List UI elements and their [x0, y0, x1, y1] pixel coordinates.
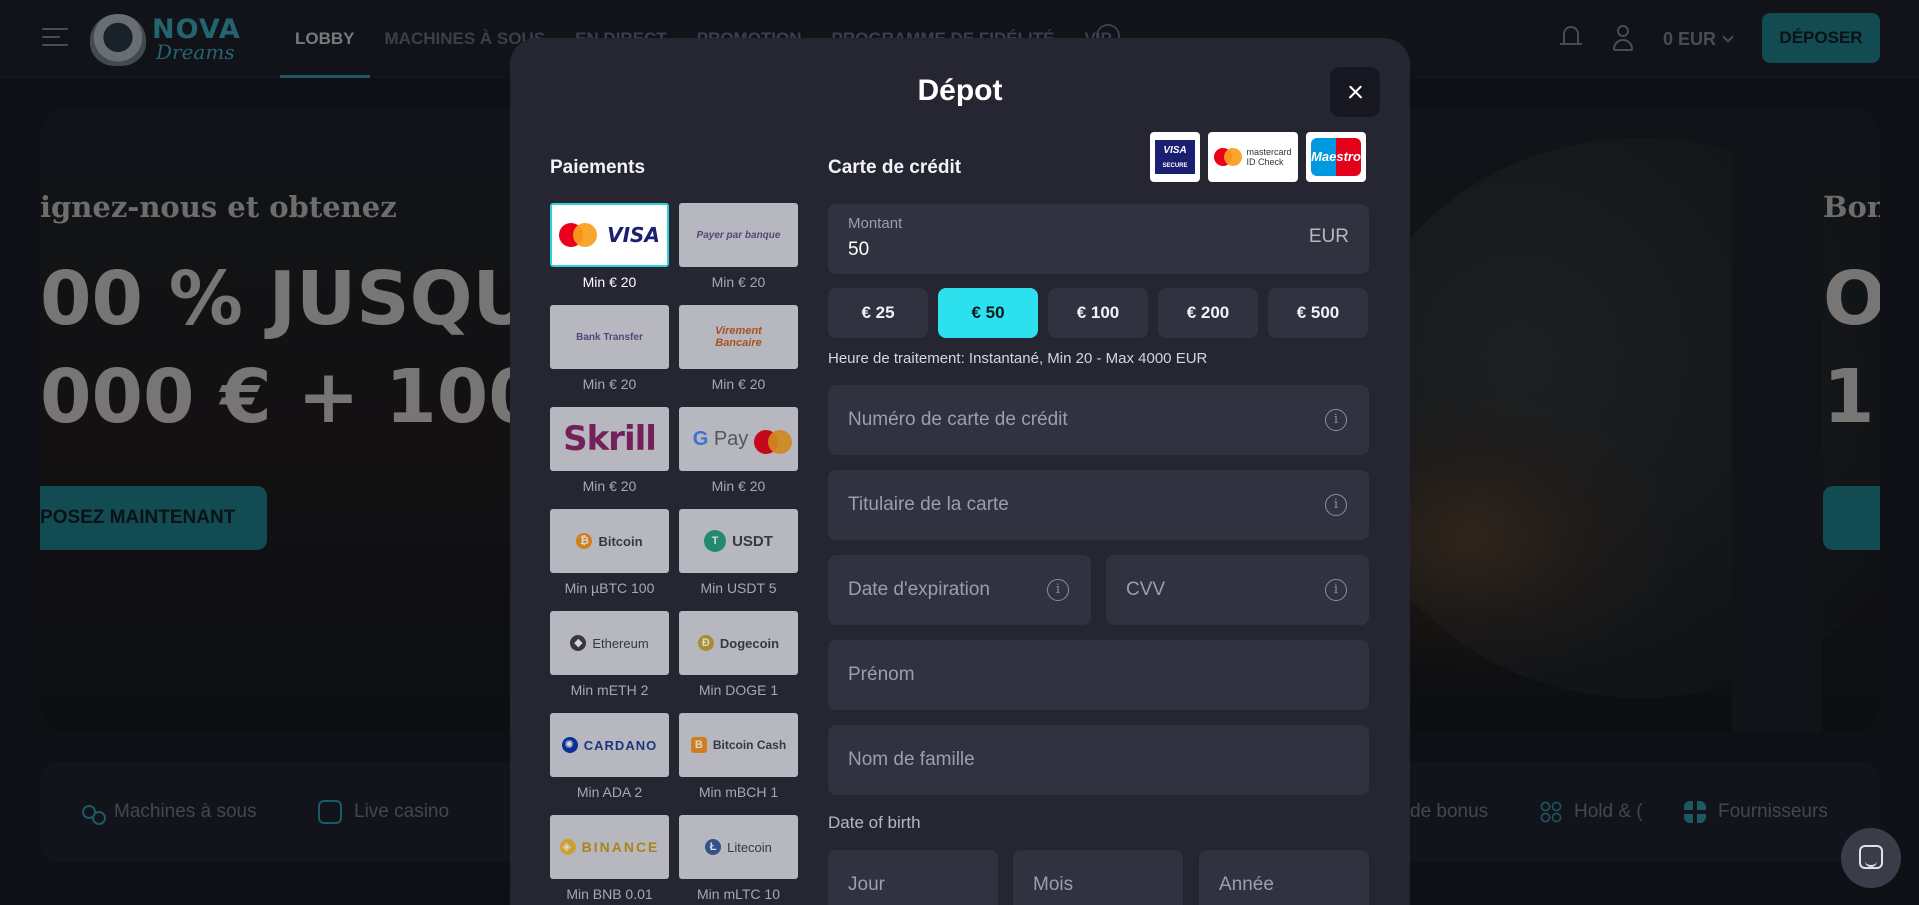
method-dogecoin[interactable]: Ð Dogecoin Min DOGE 1: [679, 611, 798, 698]
method-label: Bitcoin Cash: [712, 738, 787, 752]
mastercard-id-check-badge: mastercard ID Check: [1208, 132, 1298, 182]
bitcoin-cash-icon: B: [690, 737, 707, 753]
method-label: Ethereum: [592, 635, 649, 651]
dob-year-select[interactable]: Année: [1199, 850, 1369, 905]
method-min: Min € 20: [582, 274, 637, 290]
last-name-placeholder: Nom de famille: [848, 749, 975, 770]
bitcoin-icon: ₿: [576, 533, 593, 549]
method-min: Min € 20: [711, 478, 766, 494]
ethereum-icon: ◆: [570, 635, 587, 651]
method-payer-par-banque[interactable]: Payer par banque Min € 20: [679, 203, 798, 290]
card-number-placeholder: Numéro de carte de crédit: [848, 409, 1068, 430]
method-label: Litecoin: [727, 839, 772, 855]
cardano-icon: ✺: [561, 737, 578, 753]
method-min: Min mETH 2: [570, 682, 649, 698]
method-skrill[interactable]: Skrill Min € 20: [550, 407, 669, 494]
method-ethereum[interactable]: ◆ Ethereum Min mETH 2: [550, 611, 669, 698]
maestro-badge: Maestro: [1306, 132, 1366, 182]
dob-day-select[interactable]: Jour: [828, 850, 998, 905]
chat-button[interactable]: [1841, 828, 1901, 888]
last-name-field[interactable]: Nom de famille: [828, 725, 1369, 795]
method-bitcoin[interactable]: ₿ Bitcoin Min µBTC 100: [550, 509, 669, 596]
amount-field[interactable]: Montant EUR: [828, 204, 1369, 274]
skrill-logo: Skrill: [563, 419, 657, 459]
quick-amount-200[interactable]: € 200: [1158, 288, 1258, 338]
card-holder-field[interactable]: Titulaire de la carte i: [828, 470, 1369, 540]
litecoin-icon: Ł: [705, 839, 722, 855]
method-min: Min DOGE 1: [698, 682, 779, 698]
credit-card-title: Carte de crédit: [828, 157, 962, 178]
close-button[interactable]: [1330, 67, 1380, 117]
quick-amounts: € 25 € 50 € 100 € 200 € 500: [828, 288, 1368, 338]
visa-secure-badge: VISA SECURE: [1150, 132, 1200, 182]
deposit-modal: Dépot Paiements VISA Min € 20 Payer par …: [510, 38, 1410, 905]
method-gpay[interactable]: G Pay Min € 20: [679, 407, 798, 494]
mastercard-logo: [754, 430, 793, 454]
method-label: BINANCE: [581, 839, 660, 855]
method-bank-transfer[interactable]: Bank Transfer Min € 20: [550, 305, 669, 392]
chat-icon: [1859, 845, 1883, 869]
method-label: USDT: [732, 532, 773, 550]
info-icon[interactable]: i: [1325, 579, 1347, 601]
method-cardano[interactable]: ✺ CARDANO Min ADA 2: [550, 713, 669, 800]
modal-title: Dépot: [917, 74, 1003, 107]
card-number-field[interactable]: Numéro de carte de crédit i: [828, 385, 1369, 455]
first-name-placeholder: Prénom: [848, 664, 915, 685]
info-icon[interactable]: i: [1325, 494, 1347, 516]
method-mastercard-visa[interactable]: VISA Min € 20: [550, 203, 669, 290]
payments-title: Paiements: [550, 157, 646, 178]
visa-logo: VISA: [607, 223, 660, 247]
processing-info: Heure de traitement: Instantané, Min 20 …: [828, 350, 1208, 367]
cvv-field[interactable]: CVV i: [1106, 555, 1369, 625]
google-pay-logo: G Pay: [692, 427, 749, 450]
method-label: CARDANO: [583, 737, 658, 753]
method-label: Bank Transfer: [576, 331, 643, 343]
amount-label: Montant: [848, 215, 903, 232]
quick-amount-500[interactable]: € 500: [1268, 288, 1368, 338]
info-icon[interactable]: i: [1325, 409, 1347, 431]
method-label: Virement Bancaire: [715, 325, 762, 349]
binance-icon: ◈: [559, 839, 576, 855]
method-label: Payer par banque: [696, 229, 781, 241]
expiry-field[interactable]: Date d'expiration i: [828, 555, 1091, 625]
method-bitcoin-cash[interactable]: B Bitcoin Cash Min mBCH 1: [679, 713, 798, 800]
expiry-placeholder: Date d'expiration: [848, 579, 990, 600]
dob-label: Date of birth: [828, 813, 921, 832]
method-label: Dogecoin: [719, 635, 780, 651]
method-min: Min µBTC 100: [564, 580, 655, 596]
card-badges: VISA SECURE mastercard ID Check Maestro: [1150, 132, 1366, 182]
dogecoin-icon: Ð: [697, 635, 714, 651]
amount-input[interactable]: [848, 236, 1248, 264]
method-min: Min mBCH 1: [698, 784, 779, 800]
method-min: Min € 20: [582, 376, 637, 392]
quick-amount-50[interactable]: € 50: [938, 288, 1038, 338]
method-virement-bancaire[interactable]: Virement Bancaire Min € 20: [679, 305, 798, 392]
tether-icon: T: [704, 530, 727, 552]
quick-amount-25[interactable]: € 25: [828, 288, 928, 338]
method-label: Bitcoin: [598, 533, 643, 549]
method-min: Min € 20: [711, 274, 766, 290]
method-binance[interactable]: ◈ BINANCE Min BNB 0.01: [550, 815, 669, 902]
cvv-placeholder: CVV: [1126, 579, 1166, 600]
method-min: Min ADA 2: [576, 784, 643, 800]
first-name-field[interactable]: Prénom: [828, 640, 1369, 710]
method-litecoin[interactable]: Ł Litecoin Min mLTC 10: [679, 815, 798, 902]
method-min: Min mLTC 10: [697, 886, 780, 902]
mastercard-logo: [559, 223, 599, 247]
method-min: Min € 20: [582, 478, 637, 494]
method-min: Min € 20: [711, 376, 766, 392]
dob-month-select[interactable]: Mois: [1013, 850, 1183, 905]
method-usdt[interactable]: T USDT Min USDT 5: [679, 509, 798, 596]
method-min: Min USDT 5: [700, 580, 777, 596]
method-min: Min BNB 0.01: [566, 886, 653, 902]
info-icon[interactable]: i: [1047, 579, 1069, 601]
amount-currency: EUR: [1308, 226, 1349, 247]
quick-amount-100[interactable]: € 100: [1048, 288, 1148, 338]
page: NOVA Dreams LOBBY MACHINES À SOUS EN DIR…: [0, 0, 1919, 905]
card-holder-placeholder: Titulaire de la carte: [848, 494, 1009, 515]
